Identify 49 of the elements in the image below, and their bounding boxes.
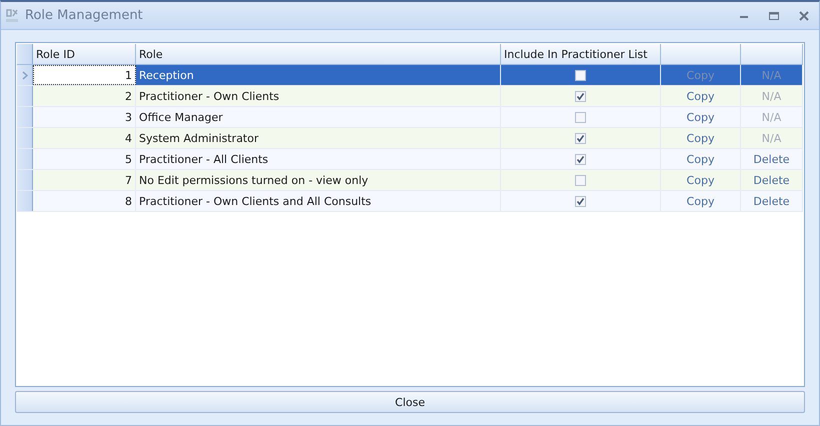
table-cell: 5: [33, 149, 136, 169]
table-cell: 3: [33, 107, 136, 127]
row-indicator[interactable]: [17, 128, 33, 148]
table-cell: Practitioner - Own Clients and All Consults: [136, 191, 501, 211]
copy-link[interactable]: Copy: [686, 110, 714, 124]
checkbox[interactable]: [575, 196, 586, 206]
close-icon[interactable]: [799, 10, 809, 20]
copy-link[interactable]: Copy: [686, 174, 714, 186]
checkbox[interactable]: [575, 132, 586, 144]
column-header[interactable]: Include In Practitioner List: [501, 44, 661, 64]
logo-icon: [5, 8, 19, 24]
close-button[interactable]: Close: [15, 391, 805, 413]
table-cell: Reception: [136, 65, 501, 85]
copy-link[interactable]: Copy: [686, 194, 714, 208]
checkbox[interactable]: [575, 154, 586, 164]
window-title: Role Management: [25, 8, 143, 23]
table-cell: 8: [33, 191, 136, 211]
checkbox[interactable]: [575, 70, 586, 80]
table-cell: 1: [33, 65, 136, 85]
delete-link[interactable]: Delete: [753, 152, 790, 166]
table-cell: Practitioner - All Clients: [136, 149, 501, 169]
row-indicator[interactable]: [17, 65, 33, 85]
copy-link[interactable]: Copy: [686, 132, 714, 144]
current-row-icon: [22, 70, 28, 80]
table-cell: Practitioner - Own Clients: [136, 86, 501, 106]
row-indicator[interactable]: [17, 191, 33, 211]
row-indicator[interactable]: [17, 149, 33, 169]
table-cell: System Administrator: [136, 128, 501, 148]
table-cell: 7: [33, 170, 136, 190]
table-row[interactable]: 7 No Edit permissions turned on - view only Copy Delete: [17, 170, 803, 191]
checkbox[interactable]: [575, 112, 586, 122]
delete-link[interactable]: Delete: [753, 174, 790, 186]
row-indicator[interactable]: [17, 107, 33, 127]
column-header[interactable]: Role: [136, 44, 501, 64]
table-cell: 2: [33, 86, 136, 106]
column-header[interactable]: Role ID: [33, 44, 136, 64]
delete-link[interactable]: Delete: [753, 194, 790, 208]
checkbox[interactable]: [575, 90, 586, 102]
table-cell: Office Manager: [136, 107, 501, 127]
table-row[interactable]: 5 Practitioner - All Clients Copy Delete: [17, 149, 803, 170]
row-indicator[interactable]: [17, 170, 33, 190]
checkbox[interactable]: [575, 174, 586, 186]
table-row[interactable]: 8 Practitioner - Own Clients and All Consults Copy Delete: [17, 191, 803, 212]
table-cell: No Edit permissions turned on - view only: [136, 170, 501, 190]
table-cell: 4: [33, 128, 136, 148]
maximize-icon[interactable]: [769, 10, 779, 20]
row-indicator[interactable]: [17, 86, 33, 106]
copy-link[interactable]: Copy: [686, 152, 714, 166]
copy-link[interactable]: Copy: [686, 90, 714, 102]
